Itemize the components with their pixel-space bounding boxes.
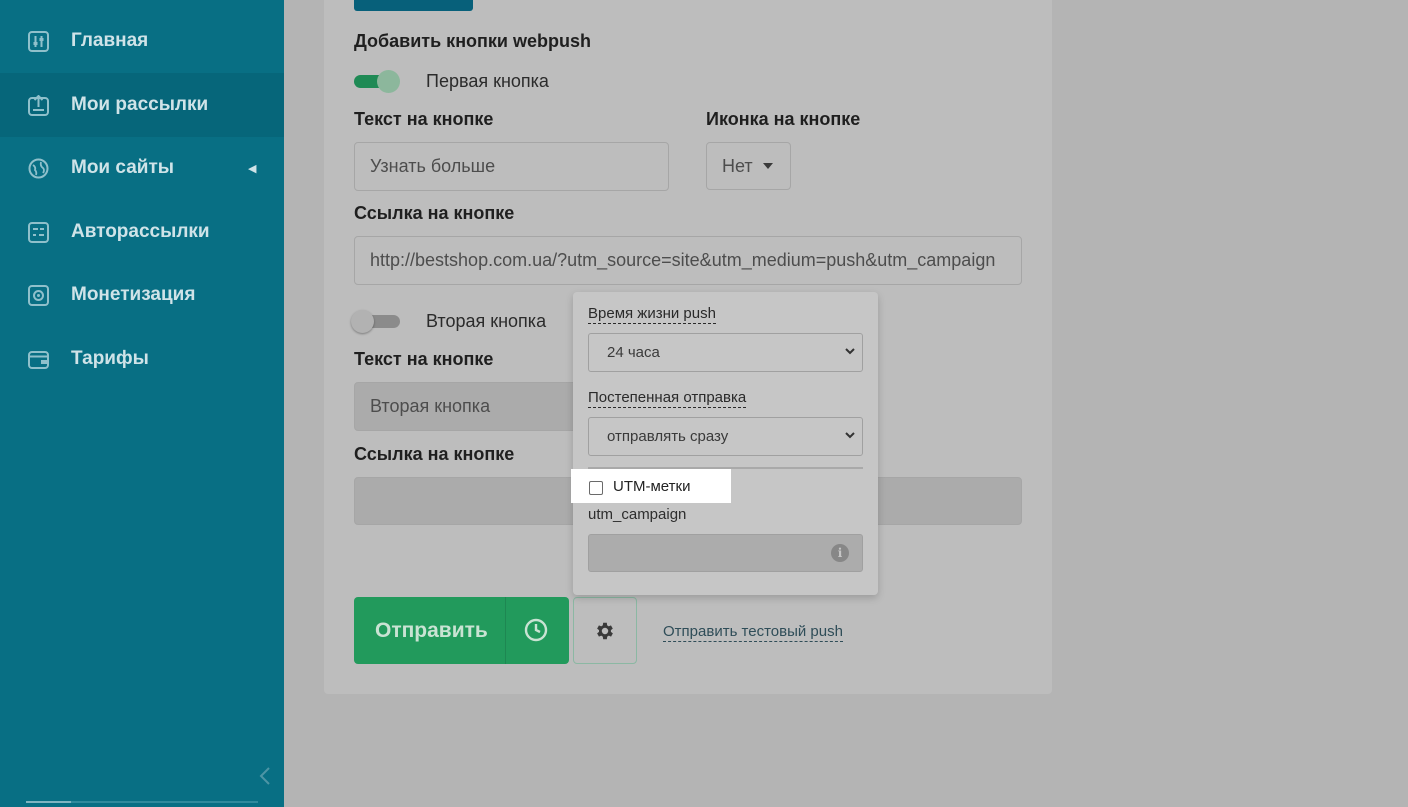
push-lifetime-label: Время жизни push xyxy=(588,305,716,324)
gradual-send-value: отправлять сразу xyxy=(607,428,729,445)
second-button-toggle-label: Вторая кнопка xyxy=(426,311,547,331)
first-button-icon-label: Иконка на кнопке xyxy=(706,109,861,129)
wallet-icon xyxy=(28,349,49,370)
utm-campaign-label: utm_campaign xyxy=(588,506,687,523)
schedule-clock-icon[interactable] xyxy=(523,617,549,643)
calendar-icon xyxy=(28,221,49,243)
utm-campaign-input[interactable]: i xyxy=(588,534,863,572)
first-button-toggle[interactable] xyxy=(354,70,402,93)
first-button-link-input[interactable]: http://bestshop.com.ua/?utm_source=site&… xyxy=(354,236,1022,285)
send-button[interactable]: Отправить xyxy=(354,597,569,664)
push-lifetime-value: 24 часа xyxy=(607,344,660,361)
icon-select-value: Нет xyxy=(722,155,753,176)
second-button-text-label: Текст на кнопке xyxy=(354,349,494,369)
sidebar: Главная Мои рассылки Мои сайты ◀ Авторас… xyxy=(0,0,284,807)
sidebar-item-home[interactable]: Главная xyxy=(0,9,284,73)
gradual-send-select[interactable]: отправлять сразу xyxy=(588,417,863,456)
second-button-toggle[interactable] xyxy=(351,310,402,333)
gear-icon xyxy=(597,622,613,639)
info-icon[interactable]: i xyxy=(831,544,849,562)
sidebar-item-label: Авторассылки xyxy=(71,221,210,242)
chevron-left-icon xyxy=(259,767,270,785)
first-button-toggle-label: Первая кнопка xyxy=(426,71,549,91)
first-button-text-label: Текст на кнопке xyxy=(354,109,494,129)
push-lifetime-select[interactable]: 24 часа xyxy=(588,333,863,372)
utm-tags-label: UTM-метки xyxy=(613,478,691,495)
sidebar-item-label: Мои сайты xyxy=(71,157,174,178)
collapse-sidebar-button[interactable] xyxy=(255,764,275,788)
sidebar-item-label: Тарифы xyxy=(71,348,149,369)
caret-down-icon xyxy=(762,163,773,169)
gradual-send-label: Постепенная отправка xyxy=(588,389,747,408)
safe-icon xyxy=(28,284,49,306)
upload-box-icon xyxy=(28,94,49,116)
sidebar-item-label: Мои рассылки xyxy=(71,94,209,115)
sidebar-item-my-sites[interactable]: Мои сайты ◀ xyxy=(0,136,284,200)
caret-left-icon: ◀ xyxy=(248,162,257,175)
sidebar-item-tariffs[interactable]: Тарифы xyxy=(0,327,284,391)
sidebar-scrollbar[interactable] xyxy=(26,801,258,803)
webpush-heading: Добавить кнопки webpush xyxy=(354,31,592,51)
sidebar-item-monetization[interactable]: Монетизация xyxy=(0,263,284,327)
first-button-link-label: Ссылка на кнопке xyxy=(354,203,515,223)
utm-tags-option[interactable]: UTM-метки xyxy=(571,469,731,503)
sidebar-item-my-mailings[interactable]: Мои рассылки xyxy=(0,73,284,137)
first-button-text-input[interactable]: Узнать больше xyxy=(354,142,669,191)
first-button-icon-select[interactable]: Нет xyxy=(706,142,791,190)
sidebar-item-label: Монетизация xyxy=(71,284,196,305)
send-test-push-link[interactable]: Отправить тестовый push xyxy=(663,623,843,642)
sidebar-item-automailings[interactable]: Авторассылки xyxy=(0,200,284,264)
utm-tags-checkbox[interactable] xyxy=(589,481,603,495)
chevron-down-icon xyxy=(845,432,855,439)
send-button-label: Отправить xyxy=(375,619,488,642)
settings-gear-button[interactable] xyxy=(573,597,637,664)
top-action-button[interactable] xyxy=(354,0,473,11)
sidebar-item-label: Главная xyxy=(71,30,149,51)
second-button-link-label: Ссылка на кнопке xyxy=(354,444,515,464)
chevron-down-icon xyxy=(845,348,855,355)
sliders-icon xyxy=(28,30,49,52)
globe-icon xyxy=(28,158,49,179)
